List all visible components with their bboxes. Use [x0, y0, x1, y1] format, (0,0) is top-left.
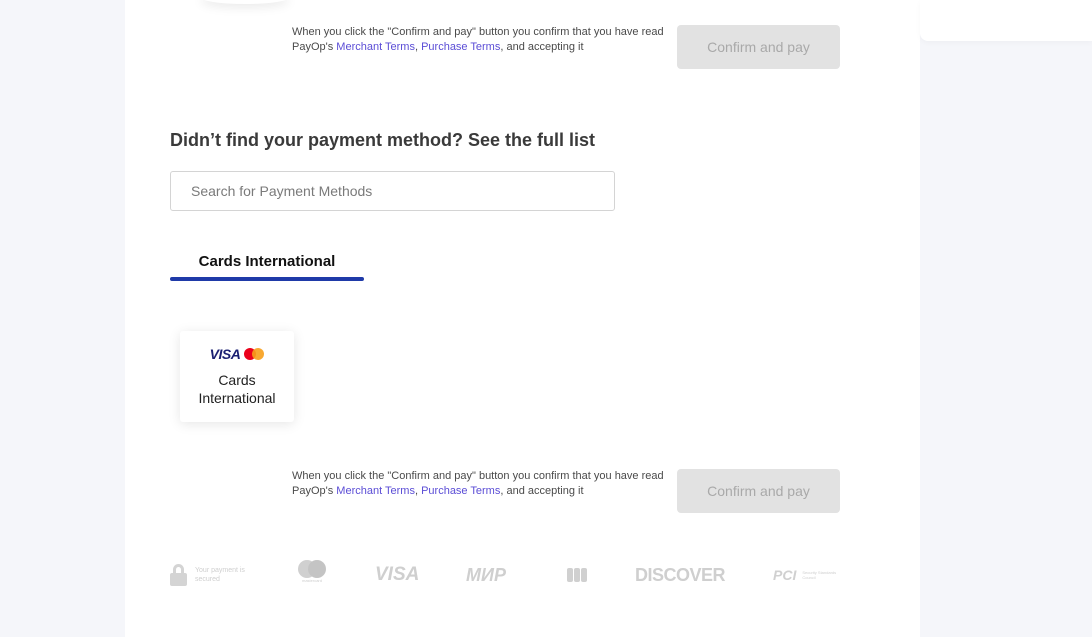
visa-footer-icon: VISA: [375, 564, 420, 585]
confirm-and-pay-button-bottom[interactable]: Confirm and pay: [677, 469, 840, 513]
payment-methods-heading: Didn’t find your payment method? See the…: [170, 130, 596, 150]
security-footer: Your payment is secured mastercard VISA …: [170, 560, 840, 590]
terms-notice-top: When you click the "Confirm and pay" but…: [292, 25, 664, 55]
discover-icon: DISCOVER: [635, 564, 726, 585]
tab-label: Cards International: [198, 253, 336, 270]
left-gutter: [0, 0, 125, 637]
purchase-terms-link[interactable]: Purchase Terms: [421, 485, 500, 497]
mastercard-icon: [244, 348, 265, 360]
mastercard-text: mastercard: [301, 578, 322, 583]
terms-notice-bottom: When you click the "Confirm and pay" but…: [292, 469, 664, 499]
mastercard-footer-icon: mastercard: [298, 560, 326, 590]
card-logos: VISA: [180, 346, 294, 362]
pci-text: PCI: [773, 567, 797, 583]
lock-icon: [170, 564, 187, 586]
merchant-terms-link[interactable]: Merchant Terms: [336, 41, 415, 53]
pci-icon: PCI Security Standards Council: [773, 560, 840, 590]
pci-sub-text: Security Standards Council: [802, 570, 837, 580]
confirm-and-pay-button-top[interactable]: Confirm and pay: [677, 25, 840, 69]
terms-suffix: , and accepting it: [500, 485, 584, 497]
mir-icon: МИР: [466, 564, 506, 585]
payment-method-card[interactable]: VISA Cards International: [180, 331, 294, 422]
jcb-icon: [567, 560, 587, 590]
terms-suffix: , and accepting it: [500, 41, 584, 53]
payment-method-search-input[interactable]: [171, 172, 614, 210]
secure-text: Your payment is secured: [195, 567, 245, 583]
order-summary-card: [920, 0, 1092, 41]
checkout-panel: [125, 0, 920, 637]
secure-badge: Your payment is secured: [170, 560, 255, 590]
merchant-terms-link[interactable]: Merchant Terms: [336, 485, 415, 497]
payment-method-name: Cards International: [198, 372, 276, 406]
visa-icon: VISA: [209, 346, 241, 362]
purchase-terms-link[interactable]: Purchase Terms: [421, 41, 500, 53]
payment-method-search[interactable]: [170, 171, 615, 211]
tab-cards-international[interactable]: Cards International: [170, 250, 364, 282]
tab-active-indicator: [170, 277, 364, 281]
